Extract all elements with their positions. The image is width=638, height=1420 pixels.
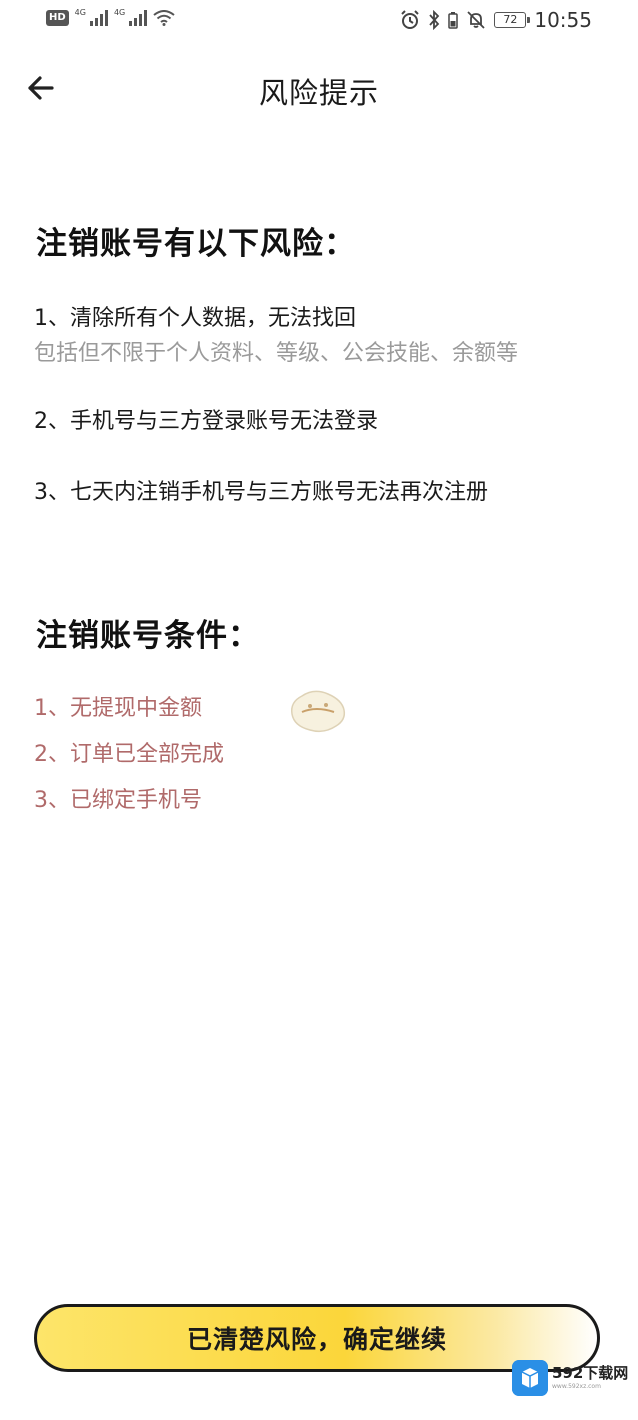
wifi-icon — [153, 10, 175, 26]
signal-1-label: 4G — [74, 7, 86, 17]
watermark-sub: www.592xz.com — [552, 1383, 601, 1390]
hd-badge: HD — [46, 10, 69, 26]
watermark-main: 592下载网 — [552, 1364, 629, 1382]
battery-saver-icon — [448, 12, 459, 29]
condition-item-3: 3、已绑定手机号 — [34, 788, 202, 813]
watermark-logo-icon — [512, 1360, 548, 1396]
risks-title: 注销账号有以下风险： — [36, 226, 356, 262]
risk-item-3: 3、七天内注销手机号与三方账号无法再次注册 — [34, 480, 488, 505]
signal-bars-icon — [129, 10, 148, 26]
sticker-icon — [290, 690, 346, 733]
page-title: 风险提示 — [258, 76, 379, 110]
mute-icon — [467, 11, 485, 29]
status-time: 10:55 — [534, 8, 592, 32]
alarm-icon — [401, 10, 420, 29]
status-bar-left: HD 4G 4G — [46, 7, 175, 26]
watermark-text: 592下载网 www.592xz.com — [552, 1366, 628, 1390]
condition-item-2: 2、订单已全部完成 — [34, 742, 224, 767]
signal-bars-icon — [89, 10, 108, 26]
battery-indicator: 72 — [494, 12, 531, 28]
bluetooth-icon — [429, 10, 440, 30]
conditions-title: 注销账号条件： — [36, 618, 260, 654]
status-bar: HD 4G 4G 72 10:55 — [0, 0, 638, 40]
signal-2-label: 4G — [113, 7, 126, 17]
risk-item-1: 1、清除所有个人数据，无法找回 — [34, 306, 356, 331]
confirm-continue-label: 已清楚风险，确定继续 — [186, 1325, 447, 1354]
status-bar-right: 72 10:55 — [400, 8, 592, 32]
risk-item-2: 2、手机号与三方登录账号无法登录 — [34, 409, 378, 434]
watermark: 592下载网 www.592xz.com — [512, 1358, 634, 1398]
risk-item-1-detail: 包括但不限于个人资料、等级、公会技能、余额等 — [34, 341, 519, 366]
page-header: 风险提示 — [0, 60, 638, 116]
condition-item-1: 1、无提现中金额 — [34, 696, 202, 721]
